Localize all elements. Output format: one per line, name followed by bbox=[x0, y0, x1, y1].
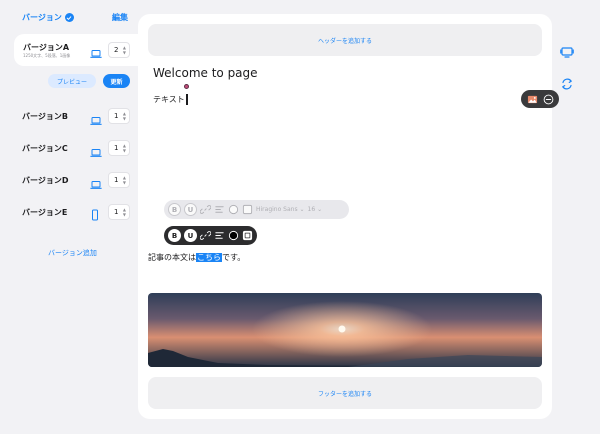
version-item[interactable]: バージョンD 1 ▲ ▼ bbox=[0, 170, 138, 190]
text-color-icon[interactable] bbox=[228, 204, 239, 215]
count-value: 1 bbox=[114, 144, 119, 152]
version-name: バージョンA bbox=[23, 43, 70, 52]
sidebar-title: バージョン bbox=[22, 13, 62, 22]
media-toolbar bbox=[521, 90, 559, 108]
add-version-button[interactable]: バージョン追加 bbox=[48, 248, 97, 258]
editor-canvas: ヘッダーを追加する Welcome to page テキスト B U Hirag… bbox=[138, 14, 559, 419]
font-size-value: 16 bbox=[307, 206, 316, 213]
laptop-icon bbox=[90, 143, 102, 157]
text-color-icon[interactable] bbox=[228, 230, 239, 241]
version-name: バージョンD bbox=[22, 176, 69, 185]
stepper-arrows-icon[interactable]: ▲ ▼ bbox=[123, 175, 126, 185]
sunset-image[interactable] bbox=[148, 293, 542, 367]
count-stepper[interactable]: 2 ▲ ▼ bbox=[108, 42, 130, 58]
highlight-icon[interactable] bbox=[242, 230, 253, 241]
add-footer-button[interactable]: フッターを追加する bbox=[148, 377, 542, 409]
count-value: 1 bbox=[114, 112, 119, 120]
align-icon[interactable] bbox=[214, 230, 225, 241]
font-family-value: Hiragino Sans bbox=[256, 206, 298, 213]
page-title[interactable]: Welcome to page bbox=[153, 66, 258, 80]
count-stepper[interactable]: 1 ▲ ▼ bbox=[108, 204, 130, 220]
laptop-icon bbox=[90, 175, 102, 189]
update-button[interactable]: 更新 bbox=[103, 74, 130, 88]
stepper-arrows-icon[interactable]: ▲ ▼ bbox=[123, 143, 126, 153]
underline-button[interactable]: U bbox=[184, 203, 197, 216]
bold-button[interactable]: B bbox=[168, 203, 181, 216]
preview-button[interactable]: プレビュー bbox=[48, 74, 96, 88]
devices-icon[interactable] bbox=[560, 44, 574, 63]
format-toolbar: B U bbox=[164, 226, 257, 245]
laptop-icon bbox=[90, 111, 102, 125]
phone-icon bbox=[90, 206, 100, 221]
underline-button[interactable]: U bbox=[184, 229, 197, 242]
body-text-prefix: 記事の本文は bbox=[148, 253, 196, 262]
sync-icon[interactable] bbox=[560, 76, 574, 95]
remove-icon[interactable] bbox=[543, 90, 554, 109]
stepper-arrows-icon[interactable]: ▲ ▼ bbox=[123, 45, 126, 55]
stepper-arrows-icon[interactable]: ▲ ▼ bbox=[123, 207, 126, 217]
link-icon[interactable] bbox=[200, 204, 211, 215]
count-stepper[interactable]: 1 ▲ ▼ bbox=[108, 172, 130, 188]
version-name: バージョンB bbox=[22, 112, 68, 121]
count-stepper[interactable]: 1 ▲ ▼ bbox=[108, 140, 130, 156]
count-stepper[interactable]: 1 ▲ ▼ bbox=[108, 108, 130, 124]
format-toolbar-ghost: B U Hiragino Sans ⌄ 16 ⌄ bbox=[164, 200, 349, 219]
image-icon[interactable] bbox=[527, 90, 538, 109]
align-icon[interactable] bbox=[214, 204, 225, 215]
bold-button[interactable]: B bbox=[168, 229, 181, 242]
stepper-arrows-icon[interactable]: ▲ ▼ bbox=[123, 111, 126, 121]
link-icon[interactable] bbox=[200, 230, 211, 241]
font-size-select[interactable]: 16 ⌄ bbox=[308, 206, 323, 213]
version-item[interactable]: バージョンC 1 ▲ ▼ bbox=[0, 138, 138, 158]
sidebar-header: バージョン 編集 bbox=[22, 12, 128, 23]
version-item[interactable]: バージョンB 1 ▲ ▼ bbox=[0, 106, 138, 126]
version-item-active[interactable]: バージョンA 1250文字、5段落、1画像 2 ▲ ▼ bbox=[14, 34, 138, 66]
version-stats: 1250文字、5段落、1画像 bbox=[23, 53, 71, 58]
count-value: 1 bbox=[114, 208, 119, 216]
count-value: 1 bbox=[114, 176, 119, 184]
version-name: バージョンC bbox=[22, 144, 68, 153]
edit-button[interactable]: 編集 bbox=[112, 12, 128, 23]
laptop-icon bbox=[90, 44, 102, 58]
text-block[interactable]: テキスト bbox=[153, 94, 188, 105]
text-block-content: テキスト bbox=[153, 95, 185, 104]
check-icon bbox=[64, 13, 74, 22]
highlight-icon[interactable] bbox=[242, 204, 253, 215]
selected-text[interactable]: こちら bbox=[196, 253, 222, 262]
version-sidebar: バージョン 編集 バージョンA 1250文字、5段落、1画像 2 ▲ ▼ プレビュ… bbox=[0, 0, 138, 434]
version-name: バージョンE bbox=[22, 208, 68, 217]
count-value: 2 bbox=[114, 46, 119, 54]
add-header-button[interactable]: ヘッダーを追加する bbox=[148, 24, 542, 56]
body-paragraph[interactable]: 記事の本文はこちらです。 bbox=[148, 252, 245, 263]
body-text-suffix: です。 bbox=[222, 253, 246, 262]
font-family-select[interactable]: Hiragino Sans ⌄ bbox=[256, 206, 305, 213]
text-caret bbox=[185, 94, 188, 105]
block-handle-icon[interactable] bbox=[184, 84, 189, 89]
version-item[interactable]: バージョンE 1 ▲ ▼ bbox=[0, 202, 138, 222]
